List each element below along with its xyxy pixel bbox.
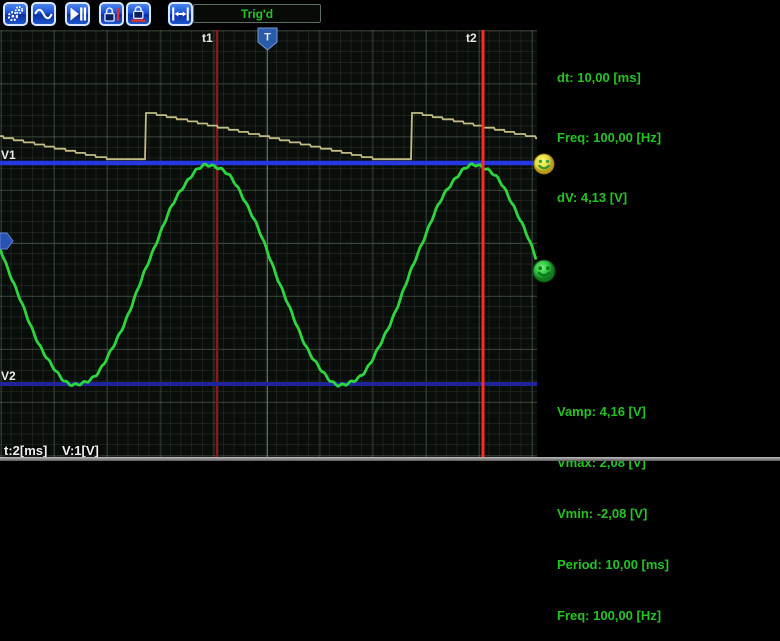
sawtooth-trace xyxy=(0,113,537,159)
green-smiley-icon xyxy=(532,259,556,283)
channel-position-handle[interactable] xyxy=(532,259,556,288)
cursor-v1-label: V1 xyxy=(1,148,16,162)
settings-button[interactable] xyxy=(3,2,28,26)
cursor-measurements: dt: 10,00 [ms] Freq: 100,00 [Hz] dV: 4,1… xyxy=(557,28,661,228)
signal-generator-button[interactable] xyxy=(31,2,56,26)
lock-voltage-cursor-button[interactable] xyxy=(126,2,151,26)
blue-flag-icon[interactable] xyxy=(0,233,13,249)
v1-cursor-handle[interactable] xyxy=(533,153,555,180)
cursor-v2-label: V2 xyxy=(1,369,16,383)
cursor-t1-label: t1 xyxy=(202,31,213,45)
lock-time-cursor-button[interactable] xyxy=(99,2,124,26)
trigger-flag-label: T xyxy=(264,32,271,44)
run-pause-button[interactable] xyxy=(65,2,90,26)
padlock-horizontal-cursor-icon xyxy=(128,4,149,24)
yellow-smiley-icon xyxy=(533,153,555,175)
trigger-flag[interactable]: T xyxy=(258,28,277,50)
horizontal-arrows-icon xyxy=(170,4,191,24)
vmin-readout: Vmin: -2,08 [V] xyxy=(557,505,669,522)
play-pause-icon xyxy=(67,4,88,24)
fit-horizontal-button[interactable] xyxy=(168,2,193,26)
padlock-vertical-cursor-icon xyxy=(101,4,122,24)
cursor-t2-label: t2 xyxy=(466,31,477,45)
scope-plot: T t1 t2 V1 V2 xyxy=(0,26,540,457)
dt-readout: dt: 10,00 [ms] xyxy=(557,68,661,88)
bottom-edge-strip xyxy=(0,457,780,461)
vamp-readout: Vamp: 4,16 [V] xyxy=(557,403,669,420)
freq-readout: Freq: 100,00 [Hz] xyxy=(557,128,661,148)
freq2-readout: Freq: 100,00 [Hz] xyxy=(557,607,669,624)
sine-wave-icon xyxy=(33,4,54,24)
signal-measurements: Vamp: 4,16 [V] Vmax: 2,08 [V] Vmin: -2,0… xyxy=(557,369,669,641)
period-readout: Period: 10,00 [ms] xyxy=(557,556,669,573)
volt-scale-readout: V:1[V] xyxy=(62,443,99,458)
dv-readout: dV: 4,13 [V] xyxy=(557,188,661,208)
trigger-status-box: Trig'd xyxy=(193,4,321,23)
time-scale-readout: t:2[ms] xyxy=(4,443,47,458)
trigger-status-label: Trig'd xyxy=(241,7,273,21)
gears-icon xyxy=(5,4,26,24)
